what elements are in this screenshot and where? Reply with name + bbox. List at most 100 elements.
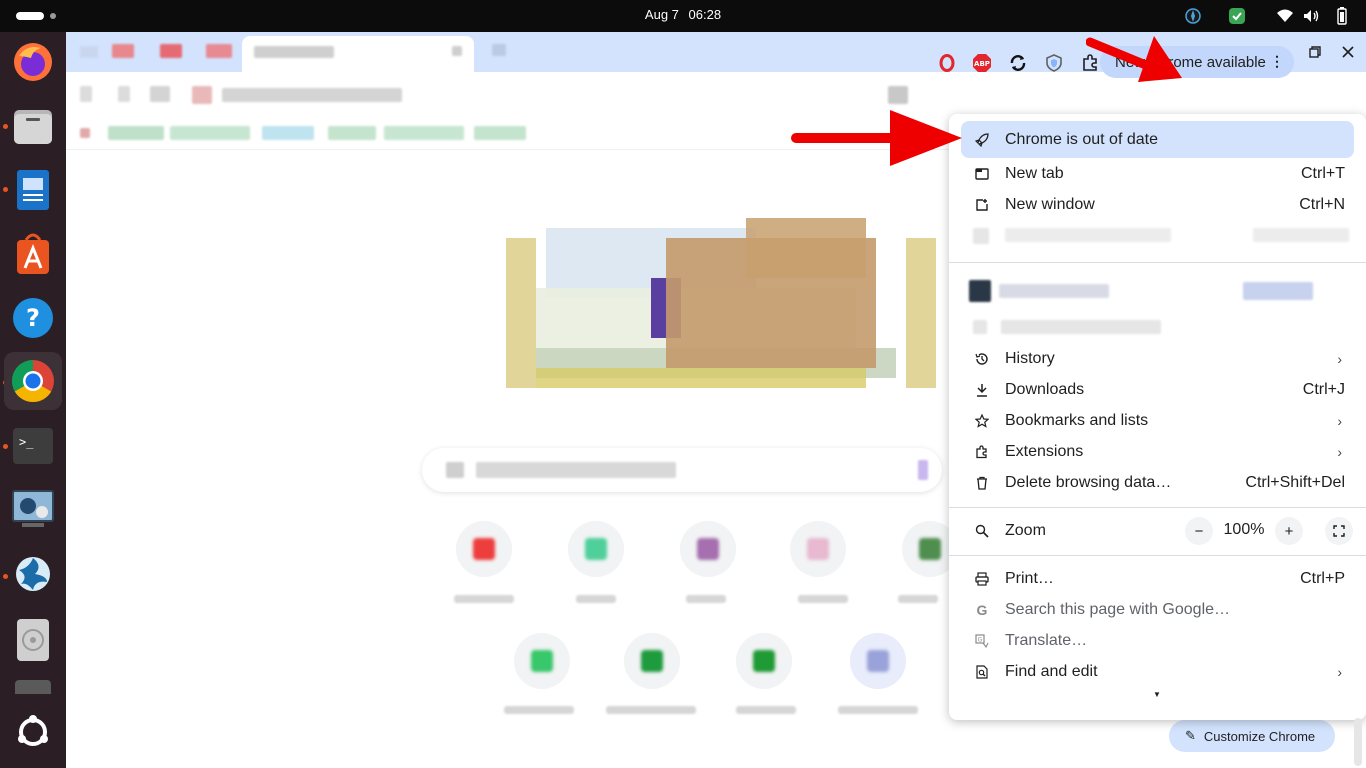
dock-writer[interactable] — [9, 166, 57, 214]
clock[interactable]: Aug 7 06:28 — [0, 7, 1366, 22]
shortcut-tile[interactable] — [456, 521, 512, 577]
dock-shutter[interactable] — [9, 550, 57, 598]
menu-item-search-page[interactable]: G Search this page with Google… — [949, 594, 1366, 625]
shortcut-tile[interactable] — [680, 521, 736, 577]
restore-icon[interactable] — [1305, 42, 1325, 62]
menu-item-downloads[interactable]: Downloads Ctrl+J — [949, 374, 1366, 405]
minus-icon: − — [1194, 522, 1204, 540]
zoom-in-button[interactable]: + — [1275, 517, 1303, 545]
menu-item-delete-data[interactable]: Delete browsing data… Ctrl+Shift+Del — [949, 467, 1366, 498]
svg-text:>_: >_ — [19, 435, 34, 449]
svg-text:?: ? — [26, 304, 40, 332]
dock-ubuntu[interactable] — [9, 708, 57, 756]
menu-item-print[interactable]: Print… Ctrl+P — [949, 563, 1366, 594]
bookmark-item[interactable] — [108, 126, 164, 140]
dock-disc[interactable] — [9, 616, 57, 664]
dock-files[interactable] — [9, 102, 57, 150]
find-icon — [973, 663, 991, 681]
zoom-out-button[interactable]: − — [1185, 517, 1213, 545]
active-tab[interactable] — [242, 36, 474, 72]
dock-partial-item[interactable] — [9, 680, 57, 698]
clock-time: 06:28 — [688, 7, 722, 22]
dock-terminal[interactable]: >_ — [9, 422, 57, 470]
menu-separator — [949, 262, 1366, 263]
menu-item-new-window[interactable]: New window Ctrl+N — [949, 189, 1366, 220]
blurred-tab[interactable] — [112, 44, 134, 58]
shortcut-tile[interactable] — [568, 521, 624, 577]
zoom-level: 100% — [1223, 521, 1265, 538]
clock-date: Aug 7 — [644, 7, 679, 22]
menu-label: Zoom — [1005, 522, 1046, 539]
bookmark-item[interactable] — [328, 126, 376, 140]
volume-icon[interactable] — [1303, 7, 1321, 25]
shortcut-tile[interactable] — [514, 633, 570, 689]
fullscreen-icon — [1333, 525, 1345, 537]
disc-icon — [17, 619, 49, 661]
shortcut-label — [576, 595, 616, 603]
menu-label: Bookmarks and lists — [1005, 411, 1149, 429]
shortcut-label — [606, 706, 696, 714]
chevron-right-icon: › — [1337, 350, 1342, 367]
menu-item-blurred[interactable] — [949, 220, 1366, 251]
menu-label: Print… — [1005, 569, 1054, 587]
dock-chrome[interactable] — [4, 352, 62, 410]
scroll-down-icon[interactable]: ▼ — [1153, 690, 1161, 699]
shortcut-tile[interactable] — [790, 521, 846, 577]
shortcut-tile[interactable] — [624, 633, 680, 689]
forward-button[interactable] — [118, 86, 130, 102]
shortcut-tile[interactable] — [850, 633, 906, 689]
shortcut-tile[interactable] — [736, 633, 792, 689]
opera-icon[interactable] — [936, 52, 958, 74]
dock-media[interactable] — [9, 484, 57, 532]
menu-label: Delete browsing data… — [1005, 473, 1172, 491]
google-doodle[interactable] — [476, 218, 946, 398]
svg-text:G: G — [978, 636, 983, 643]
menu-item-translate[interactable]: G Translate… — [949, 625, 1366, 656]
bookmark-item[interactable] — [262, 126, 314, 140]
blurred-tab[interactable] — [80, 46, 98, 58]
puzzle-icon — [973, 443, 991, 461]
menu-shortcut: Ctrl+P — [1300, 569, 1345, 587]
annotation-arrow-icon — [1086, 36, 1182, 82]
shield-icon[interactable] — [1043, 52, 1065, 74]
customize-chrome-button[interactable]: ✎ Customize Chrome — [1169, 720, 1335, 752]
menu-item-blurred[interactable] — [949, 312, 1366, 343]
menu-item-extensions[interactable]: Extensions › — [949, 436, 1366, 467]
menu-label: History — [1005, 349, 1055, 367]
dock-help[interactable]: ? — [9, 294, 57, 342]
battery-icon[interactable] — [1333, 7, 1351, 25]
new-tab-button[interactable] — [492, 44, 506, 56]
customize-chrome-label: Customize Chrome — [1203, 728, 1316, 744]
terminal-icon: >_ — [13, 428, 53, 464]
close-icon[interactable] — [1338, 42, 1358, 62]
running-indicator — [3, 444, 8, 449]
menu-item-out-of-date[interactable]: Chrome is out of date — [949, 124, 1366, 155]
adblock-icon[interactable]: ABP — [971, 52, 993, 74]
bookmark-item[interactable] — [170, 126, 250, 140]
fullscreen-button[interactable] — [1325, 517, 1353, 545]
page-scrollbar[interactable] — [1354, 718, 1362, 766]
bookmark-item[interactable] — [384, 126, 464, 140]
chevron-right-icon: › — [1337, 663, 1342, 680]
menu-item-history[interactable]: History › — [949, 343, 1366, 374]
menu-item-profile-blurred[interactable] — [949, 276, 1366, 307]
back-button[interactable] — [80, 86, 92, 102]
shutter-tray-icon[interactable] — [1184, 7, 1202, 25]
reload-button[interactable] — [150, 86, 170, 102]
dock-app-center[interactable] — [9, 230, 57, 278]
ntp-search-box[interactable] — [422, 448, 942, 492]
blurred-tab[interactable] — [206, 44, 232, 58]
bookmark-item[interactable] — [80, 128, 90, 138]
new-tab-icon — [973, 165, 991, 183]
dock-firefox[interactable] — [9, 38, 57, 86]
files-icon — [14, 110, 52, 144]
menu-item-bookmarks[interactable]: Bookmarks and lists › — [949, 405, 1366, 436]
security-check-icon[interactable] — [1228, 7, 1246, 25]
menu-item-new-tab[interactable]: New tab Ctrl+T — [949, 158, 1366, 189]
bookmark-item[interactable] — [474, 126, 526, 140]
wifi-icon[interactable] — [1276, 7, 1294, 25]
blurred-tab[interactable] — [160, 44, 182, 58]
sync-icon[interactable] — [1007, 52, 1029, 74]
menu-item-find-edit[interactable]: Find and edit › — [949, 656, 1366, 687]
google-g-icon: G — [976, 601, 988, 618]
